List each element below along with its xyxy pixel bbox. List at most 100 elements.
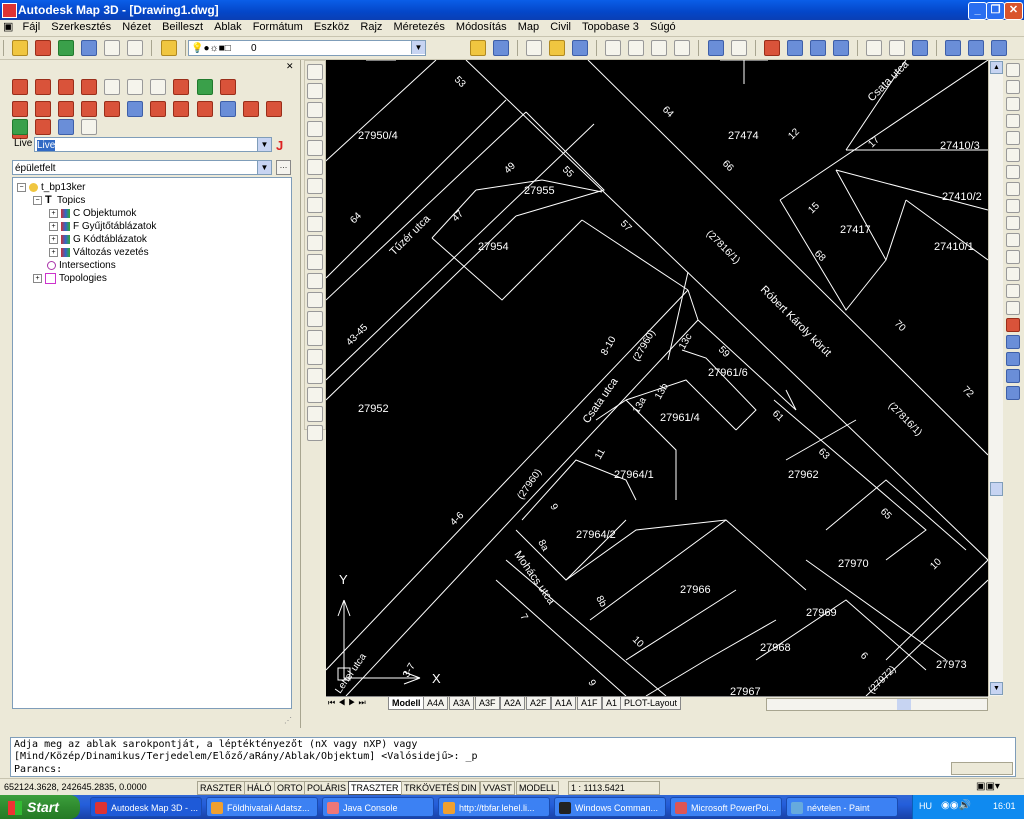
polygon-icon[interactable] — [307, 121, 323, 137]
ellipse-icon[interactable] — [307, 235, 323, 251]
explode-icon[interactable] — [1006, 318, 1020, 332]
menu-format[interactable]: Formátum — [249, 20, 307, 33]
ellipse-arc-icon[interactable] — [307, 254, 323, 270]
stretch-icon[interactable] — [1006, 199, 1020, 213]
tree-item[interactable]: − T Topics — [33, 194, 85, 207]
tab-plot-layout[interactable]: PLOT-Layout — [620, 697, 682, 710]
query-combo[interactable]: épületfelt ▼ — [12, 160, 272, 175]
tree-item[interactable]: Intersections — [47, 259, 116, 272]
taskbar-item[interactable]: Földhivatali Adatsz... — [206, 797, 318, 817]
toggle-snap[interactable]: RASZTER — [197, 781, 246, 795]
command-scrollbar[interactable] — [951, 762, 1013, 775]
parallel-icon[interactable] — [265, 101, 282, 117]
rotate-icon[interactable] — [1006, 165, 1020, 179]
ci-icon[interactable] — [150, 79, 167, 95]
tab-a2a[interactable]: A2A — [500, 697, 526, 710]
chevron-down-icon[interactable]: ▼ — [411, 41, 425, 54]
toggle-grid[interactable]: HÁLÓ — [244, 781, 275, 795]
join-icon[interactable] — [1006, 267, 1020, 281]
tab-a3f[interactable]: A3F — [475, 697, 500, 710]
tab-model[interactable]: Modell — [388, 697, 425, 710]
paste-icon[interactable] — [651, 40, 668, 56]
region-icon[interactable] — [307, 368, 323, 384]
tree-item[interactable]: + C Objektumok — [49, 207, 136, 220]
erase-icon[interactable] — [1006, 63, 1020, 77]
pan-icon[interactable] — [763, 40, 780, 56]
menu-map[interactable]: Map — [514, 20, 543, 33]
polyline-icon[interactable] — [307, 102, 323, 118]
circle-dashed-icon[interactable] — [35, 119, 52, 135]
taskbar-item[interactable]: Java Console — [322, 797, 434, 817]
toggle-polar[interactable]: POLÁRIS — [304, 781, 350, 795]
tab-a1[interactable]: A1 — [602, 697, 622, 710]
extend-icon[interactable] — [1006, 233, 1020, 247]
command-line[interactable]: Adja meg az ablak sarokpontját, a lépték… — [10, 737, 1016, 777]
zoom-realtime-icon[interactable] — [786, 40, 803, 56]
copy-object-icon[interactable] — [1006, 80, 1020, 94]
menu-civil[interactable]: Civil — [546, 20, 575, 33]
scroll-down-icon[interactable]: ▼ — [990, 682, 1003, 695]
browse-button[interactable]: … — [276, 160, 291, 175]
doc-icon[interactable]: ▣ — [0, 20, 15, 33]
tab-a4a[interactable]: A4A — [423, 697, 449, 710]
array-icon[interactable] — [1006, 131, 1020, 145]
tree-item[interactable]: + Topologies — [33, 272, 107, 285]
chart-icon[interactable] — [58, 119, 75, 135]
redo-icon[interactable] — [730, 40, 747, 56]
zoom-previous-icon[interactable] — [832, 40, 849, 56]
trim-icon[interactable] — [58, 101, 75, 117]
dtext-icon[interactable] — [307, 425, 323, 441]
break-icon[interactable] — [1006, 250, 1020, 264]
node-icon[interactable] — [127, 101, 144, 117]
layer-combo[interactable]: 💡●☼■□ 0 ▼ — [188, 40, 426, 56]
app-icon[interactable] — [2, 3, 17, 18]
offset-icon[interactable] — [1006, 114, 1020, 128]
minimize-button[interactable]: _ — [968, 2, 987, 20]
scroll-thumb[interactable] — [990, 482, 1003, 496]
close-button[interactable]: ✕ — [1004, 2, 1023, 20]
table-icon[interactable] — [81, 119, 98, 135]
merge-icon[interactable] — [35, 101, 52, 117]
query-icon[interactable] — [196, 79, 213, 95]
menu-file[interactable]: Fájl — [18, 20, 44, 33]
save-icon[interactable] — [572, 40, 589, 56]
revcloud-icon[interactable] — [307, 197, 323, 213]
xline-icon[interactable] — [307, 83, 323, 99]
database-icon[interactable] — [160, 40, 177, 56]
j-icon[interactable]: J — [276, 138, 283, 153]
start-button[interactable]: Start — [0, 795, 80, 819]
move-icon[interactable] — [12, 119, 28, 135]
hatch-icon[interactable] — [307, 330, 323, 346]
mtext-icon[interactable] — [307, 406, 323, 422]
draworder-front-icon[interactable] — [1006, 335, 1020, 349]
chevron-down-icon[interactable]: ▼ — [257, 161, 271, 174]
draworder-below-icon[interactable] — [1006, 386, 1020, 400]
resize-grip-icon[interactable]: ⋰ — [284, 716, 292, 725]
edit-feature-icon[interactable] — [58, 79, 75, 95]
spline-icon[interactable] — [307, 216, 323, 232]
design-center-icon[interactable] — [889, 40, 906, 56]
info-icon[interactable] — [12, 79, 28, 95]
angle-icon[interactable] — [219, 101, 236, 117]
scroll-up-icon[interactable]: ▲ — [990, 61, 1003, 74]
undo-icon[interactable] — [707, 40, 724, 56]
play-icon[interactable] — [58, 40, 75, 56]
open-file-icon[interactable] — [549, 40, 565, 56]
match-properties-icon[interactable] — [674, 40, 691, 56]
tray-icons[interactable]: ◉◉🔊 — [941, 800, 971, 811]
toggle-model[interactable]: MODELL — [516, 781, 560, 795]
tab-nav-icon[interactable]: ⏮◀▶⏭ — [328, 698, 369, 708]
taskbar-item[interactable]: http://tbfar.lehel.li... — [438, 797, 550, 817]
scale-icon[interactable] — [1006, 182, 1020, 196]
pencil-icon[interactable] — [150, 101, 167, 117]
cut-icon[interactable] — [605, 40, 622, 56]
add-feature-icon[interactable] — [219, 79, 236, 95]
tab-a3a[interactable]: A3A — [449, 697, 475, 710]
trim-icon[interactable] — [1006, 216, 1020, 230]
properties-icon[interactable] — [127, 40, 144, 56]
rectangle-icon[interactable] — [307, 140, 323, 156]
tree-item[interactable]: + F Gyűjtőtáblázatok — [49, 220, 156, 233]
cross-icon[interactable] — [81, 79, 98, 95]
menu-edit[interactable]: Szerkesztés — [47, 20, 115, 33]
tab-a2f[interactable]: A2F — [526, 697, 551, 710]
